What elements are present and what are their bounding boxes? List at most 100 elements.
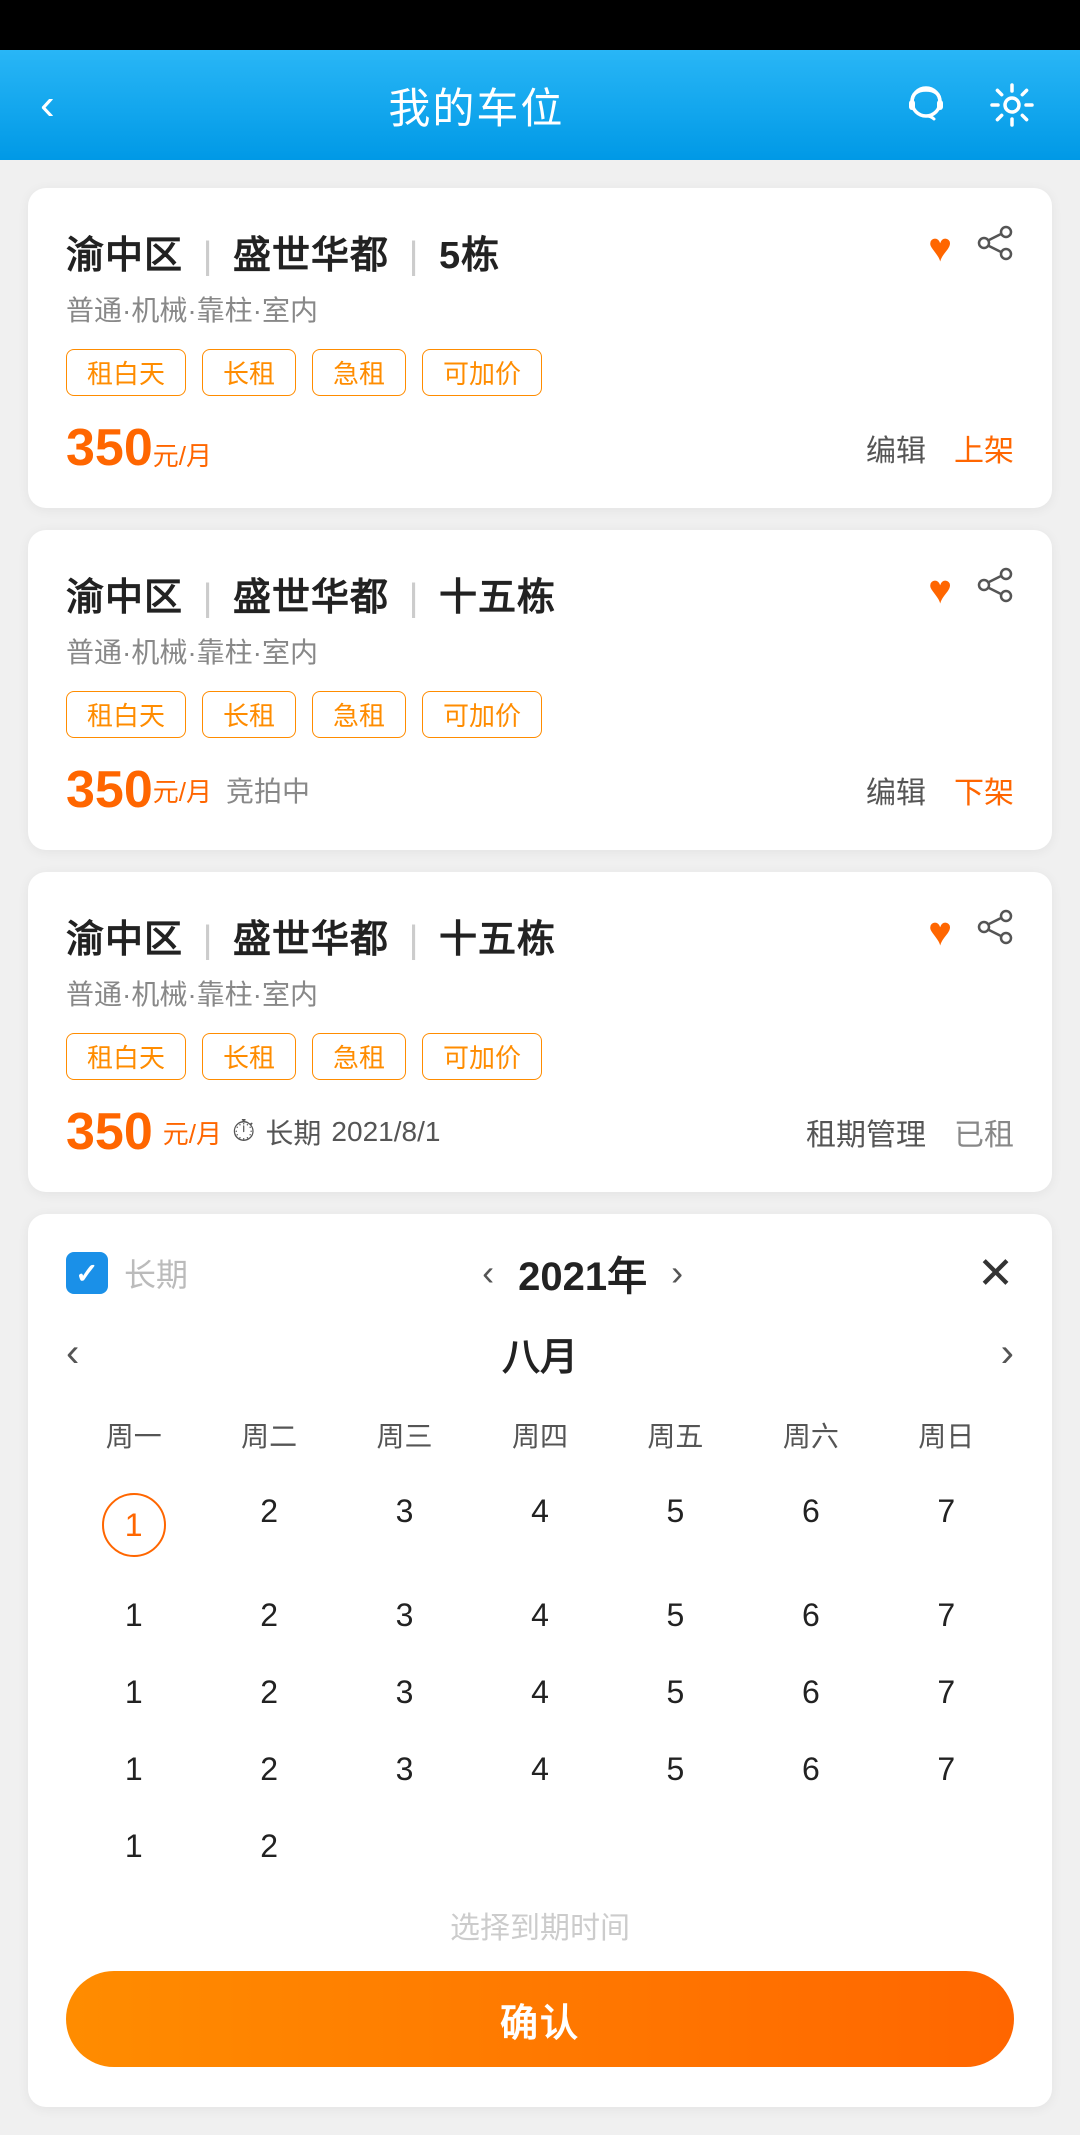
day-r5-2[interactable]: 2 bbox=[201, 1810, 336, 1883]
tag-price-add: 可加价 bbox=[422, 349, 542, 396]
card-1-title: 渝中区 | 盛世华都 | 5栋 bbox=[66, 224, 500, 279]
settings-button[interactable] bbox=[984, 77, 1040, 133]
day-r4-7[interactable]: 7 bbox=[879, 1733, 1014, 1806]
day-r2-5[interactable]: 5 bbox=[608, 1579, 743, 1652]
month-display: 八月 bbox=[502, 1326, 578, 1381]
day-3[interactable]: 3 bbox=[337, 1475, 472, 1575]
parking-card-1: 渝中区 | 盛世华都 | 5栋 ♥ 普通·机械·靠 bbox=[28, 188, 1052, 508]
card-3-price-area: 350元/月 ⏱ 长期 2021/8/1 bbox=[66, 1102, 440, 1162]
tag-rent-day-2: 租白天 bbox=[66, 691, 186, 738]
day-r4-5[interactable]: 5 bbox=[608, 1733, 743, 1806]
card-3-management-button[interactable]: 租期管理 bbox=[806, 1110, 926, 1154]
card-3-share-icon[interactable] bbox=[976, 908, 1014, 956]
card-2-edit-button[interactable]: 编辑 bbox=[866, 768, 926, 812]
card-2-heart-icon[interactable]: ♥ bbox=[928, 568, 952, 613]
tag-price-add-2: 可加价 bbox=[422, 691, 542, 738]
calendar-grid: 周一 周二 周三 周四 周五 周六 周日 1 2 3 4 5 6 7 bbox=[66, 1405, 1014, 1883]
card-1-heart-icon[interactable]: ♥ bbox=[928, 226, 952, 271]
parking-card-2: 渝中区 | 盛世华都 | 十五栋 ♥ 普通·机械· bbox=[28, 530, 1052, 850]
day-r3-3[interactable]: 3 bbox=[337, 1656, 472, 1729]
card-1-share-icon[interactable] bbox=[976, 224, 1014, 272]
card-3-rented-badge: 已租 bbox=[954, 1110, 1014, 1154]
calendar-close-button[interactable]: ✕ bbox=[977, 1248, 1014, 1299]
day-r5-3 bbox=[337, 1810, 472, 1883]
tag-rent-day: 租白天 bbox=[66, 349, 186, 396]
tag-price-add-3: 可加价 bbox=[422, 1033, 542, 1080]
day-4[interactable]: 4 bbox=[472, 1475, 607, 1575]
day-r2-6[interactable]: 6 bbox=[743, 1579, 878, 1652]
parking-card-3: 渝中区 | 盛世华都 | 十五栋 ♥ 普通·机械· bbox=[28, 872, 1052, 1192]
day-r5-1[interactable]: 1 bbox=[66, 1810, 201, 1883]
year-prev-button[interactable]: ‹ bbox=[482, 1252, 494, 1294]
day-5[interactable]: 5 bbox=[608, 1475, 743, 1575]
card-2-price-area: 350元/月 竞拍中 bbox=[66, 760, 310, 820]
weekday-tue: 周二 bbox=[201, 1405, 336, 1465]
day-7[interactable]: 7 bbox=[879, 1475, 1014, 1575]
day-r3-5[interactable]: 5 bbox=[608, 1656, 743, 1729]
card-3-heart-icon[interactable]: ♥ bbox=[928, 910, 952, 955]
card-2-status-button[interactable]: 下架 bbox=[954, 768, 1014, 812]
confirm-button[interactable]: 确认 bbox=[66, 1971, 1014, 2067]
tag-rent-day-3: 租白天 bbox=[66, 1033, 186, 1080]
day-r5-4 bbox=[472, 1810, 607, 1883]
auction-badge: 竞拍中 bbox=[226, 770, 310, 810]
day-r4-4[interactable]: 4 bbox=[472, 1733, 607, 1806]
longterm-label: 长期 bbox=[124, 1250, 188, 1296]
day-r3-7[interactable]: 7 bbox=[879, 1656, 1014, 1729]
weekday-sat: 周六 bbox=[743, 1405, 878, 1465]
status-bar bbox=[0, 0, 1080, 50]
service-button[interactable] bbox=[898, 77, 954, 133]
day-r3-4[interactable]: 4 bbox=[472, 1656, 607, 1729]
day-r2-2[interactable]: 2 bbox=[201, 1579, 336, 1652]
weekday-mon: 周一 bbox=[66, 1405, 201, 1465]
month-next-button[interactable]: › bbox=[1001, 1331, 1014, 1376]
page-title: 我的车位 bbox=[388, 75, 564, 136]
card-1-subtitle: 普通·机械·靠柱·室内 bbox=[66, 289, 1014, 329]
year-next-button[interactable]: › bbox=[671, 1252, 683, 1294]
card-3-subtitle: 普通·机械·靠柱·室内 bbox=[66, 973, 1014, 1013]
card-1-status-button[interactable]: 上架 bbox=[954, 426, 1014, 470]
weekday-fri: 周五 bbox=[608, 1405, 743, 1465]
day-r4-2[interactable]: 2 bbox=[201, 1733, 336, 1806]
tag-urgent-rent: 急租 bbox=[312, 349, 406, 396]
card-2-title: 渝中区 | 盛世华都 | 十五栋 bbox=[66, 566, 556, 621]
year-display: 2021年 bbox=[518, 1244, 647, 1302]
tag-long-rent: 长租 bbox=[202, 349, 296, 396]
day-r5-5 bbox=[608, 1810, 743, 1883]
day-6[interactable]: 6 bbox=[743, 1475, 878, 1575]
day-r4-1[interactable]: 1 bbox=[66, 1733, 201, 1806]
tag-long-rent-2: 长租 bbox=[202, 691, 296, 738]
longterm-checkbox[interactable]: ✓ bbox=[66, 1252, 108, 1294]
day-r3-2[interactable]: 2 bbox=[201, 1656, 336, 1729]
expiry-hint: 选择到期时间 bbox=[66, 1903, 1014, 1947]
tag-urgent-rent-3: 急租 bbox=[312, 1033, 406, 1080]
day-2[interactable]: 2 bbox=[201, 1475, 336, 1575]
rental-type: 长期 bbox=[265, 1112, 321, 1152]
card-1-edit-button[interactable]: 编辑 bbox=[866, 426, 926, 470]
weekday-wed: 周三 bbox=[337, 1405, 472, 1465]
clock-icon: ⏱ bbox=[232, 1115, 255, 1149]
day-r3-1[interactable]: 1 bbox=[66, 1656, 201, 1729]
day-r2-7[interactable]: 7 bbox=[879, 1579, 1014, 1652]
day-r4-3[interactable]: 3 bbox=[337, 1733, 472, 1806]
day-r2-3[interactable]: 3 bbox=[337, 1579, 472, 1652]
day-r4-6[interactable]: 6 bbox=[743, 1733, 878, 1806]
day-r5-7 bbox=[879, 1810, 1014, 1883]
header: ‹ 我的车位 bbox=[0, 50, 1080, 160]
day-r3-6[interactable]: 6 bbox=[743, 1656, 878, 1729]
calendar-section: ✓ 长期 ‹ 2021年 › ✕ ‹ 八月 › 周一 周二 周三 周四 bbox=[28, 1214, 1052, 2107]
card-3-title: 渝中区 | 盛世华都 | 十五栋 bbox=[66, 908, 556, 963]
card-2-share-icon[interactable] bbox=[976, 566, 1014, 614]
tag-long-rent-3: 长租 bbox=[202, 1033, 296, 1080]
month-prev-button[interactable]: ‹ bbox=[66, 1331, 79, 1376]
card-2-subtitle: 普通·机械·靠柱·室内 bbox=[66, 631, 1014, 671]
day-1[interactable]: 1 bbox=[66, 1475, 201, 1575]
day-r5-6 bbox=[743, 1810, 878, 1883]
weekday-sun: 周日 bbox=[879, 1405, 1014, 1465]
day-r2-1[interactable]: 1 bbox=[66, 1579, 201, 1652]
tag-urgent-rent-2: 急租 bbox=[312, 691, 406, 738]
back-button[interactable]: ‹ bbox=[40, 80, 55, 130]
day-r2-4[interactable]: 4 bbox=[472, 1579, 607, 1652]
rental-date: 2021/8/1 bbox=[331, 1116, 440, 1148]
card-1-price: 350元/月 bbox=[66, 418, 212, 478]
